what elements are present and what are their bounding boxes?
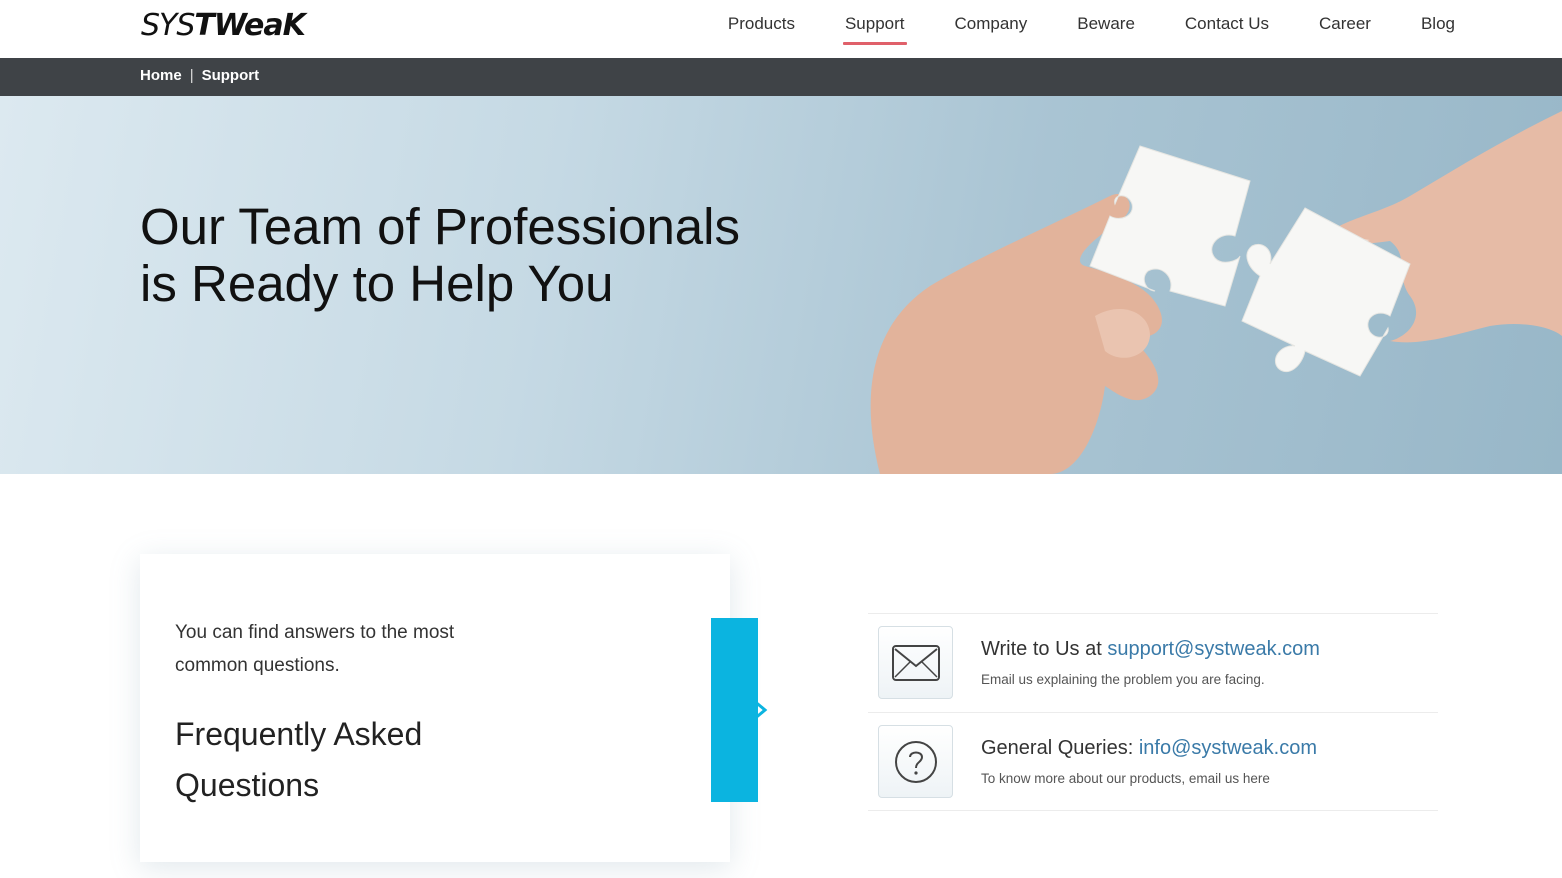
breadcrumb-bar: Home | Support	[0, 58, 1562, 96]
main-nav: Products Support Company Beware Contact …	[678, 0, 1455, 58]
question-icon	[878, 725, 953, 798]
nav-contact-us[interactable]: Contact Us	[1185, 0, 1269, 58]
faq-description: You can find answers to the most common …	[175, 622, 455, 676]
hands-puzzle-image	[870, 111, 1562, 474]
faq-title[interactable]: Frequently Asked Questions	[175, 709, 505, 811]
contact-row-general: General Queries: info@systweak.com To kn…	[868, 712, 1438, 811]
nav-products[interactable]: Products	[728, 0, 795, 58]
nav-blog[interactable]: Blog	[1421, 0, 1455, 58]
contact-general-heading: General Queries: info@systweak.com	[981, 737, 1317, 759]
nav-career[interactable]: Career	[1319, 0, 1371, 58]
info-email-link[interactable]: info@systweak.com	[1139, 737, 1317, 759]
contact-row-support: Write to Us at support@systweak.com Emai…	[868, 613, 1438, 712]
hero-banner: Our Team of Professionals is Ready to He…	[0, 96, 1562, 474]
nav-support[interactable]: Support	[842, 0, 907, 58]
contact-list: Write to Us at support@systweak.com Emai…	[868, 613, 1438, 811]
breadcrumb: Home | Support	[140, 67, 259, 84]
breadcrumb-current: Support	[201, 67, 260, 84]
faq-card[interactable]: You can find answers to the most common …	[140, 554, 730, 862]
nav-beware[interactable]: Beware	[1077, 0, 1135, 58]
chevron-right-icon	[752, 698, 768, 722]
site-header: SYSTWeaK Products Support Company Beware…	[0, 0, 1562, 58]
nav-company[interactable]: Company	[955, 0, 1028, 58]
breadcrumb-separator: |	[189, 67, 194, 84]
envelope-icon	[878, 626, 953, 699]
hero-title: Our Team of Professionals is Ready to He…	[140, 198, 740, 312]
contact-support-heading: Write to Us at support@systweak.com	[981, 638, 1320, 660]
support-email-link[interactable]: support@systweak.com	[1107, 638, 1320, 660]
breadcrumb-home[interactable]: Home	[140, 67, 182, 84]
contact-general-note: To know more about our products, email u…	[981, 771, 1270, 786]
contact-support-note: Email us explaining the problem you are …	[981, 672, 1265, 687]
systweak-logo[interactable]: SYSTWeaK	[141, 8, 306, 43]
faq-arrow-button[interactable]	[711, 618, 768, 802]
